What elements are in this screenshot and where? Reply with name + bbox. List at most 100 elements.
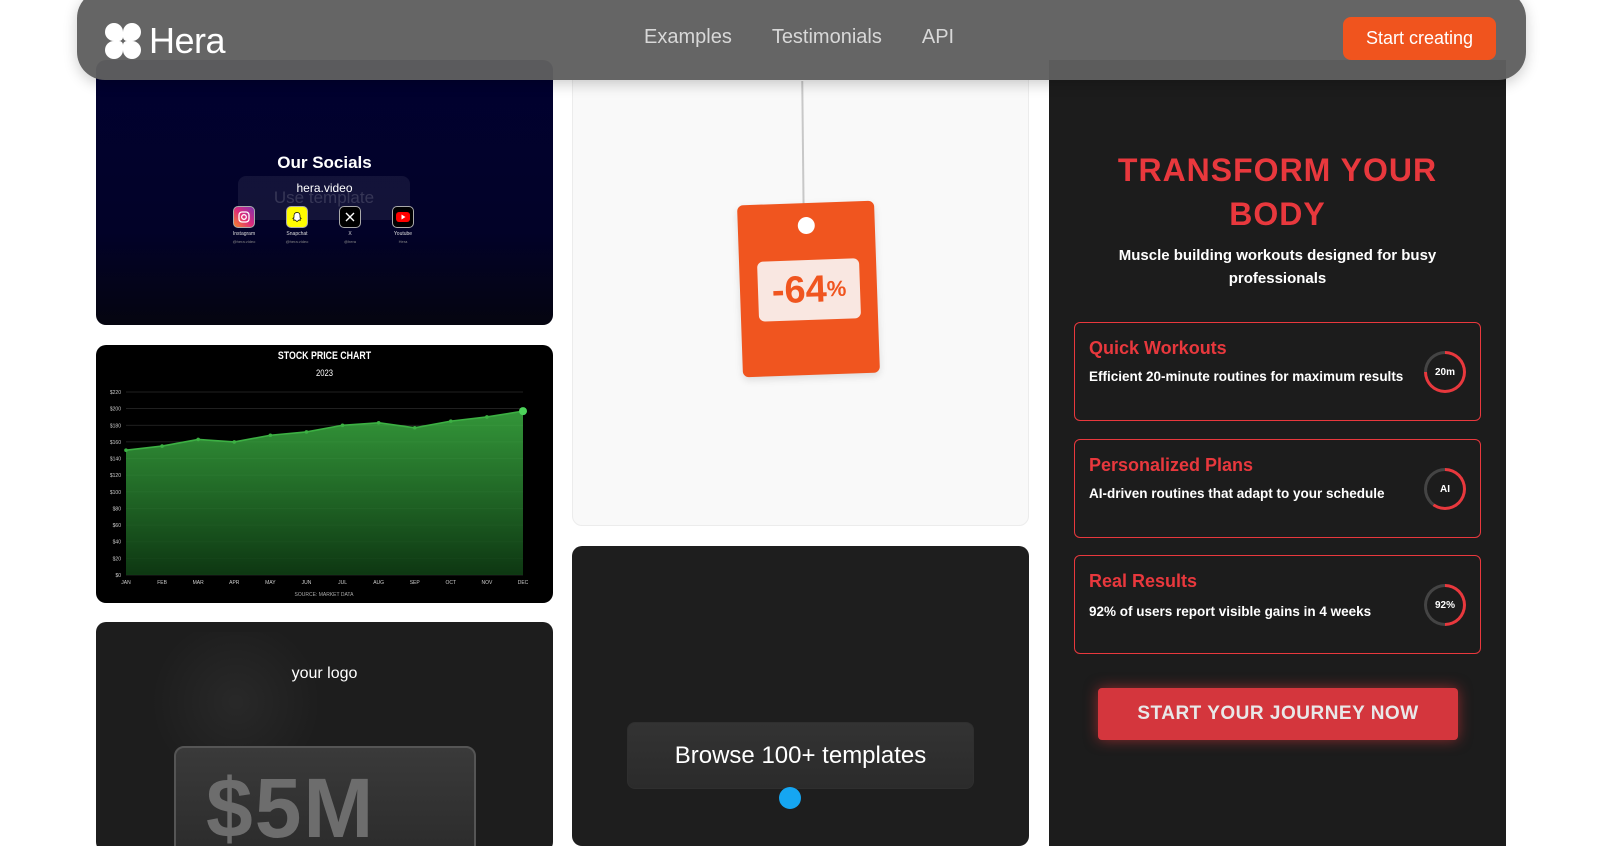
data-point bbox=[412, 425, 417, 430]
progress-ring-label: 92% bbox=[1434, 599, 1455, 611]
social-name: Instagram bbox=[232, 231, 256, 237]
x-tick-label: SEP bbox=[410, 580, 421, 586]
social-icons-row: Instagram @hera.video Snapchat @hera.vid… bbox=[233, 206, 414, 244]
feature-card-real-results: Real Results 92% of users report visible… bbox=[1074, 555, 1481, 654]
start-creating-button[interactable]: Start creating bbox=[1343, 17, 1496, 60]
x-tick-label: NOV bbox=[481, 580, 493, 586]
social-name: X bbox=[348, 231, 352, 237]
y-tick-label: $220 bbox=[110, 390, 121, 396]
template-card-fitness[interactable]: TRANSFORM YOUR BODY Muscle building work… bbox=[1049, 60, 1506, 846]
data-point bbox=[449, 419, 453, 423]
fitness-subtitle: Muscle building workouts designed for bu… bbox=[1118, 247, 1437, 287]
x-tick-label: MAR bbox=[193, 580, 205, 586]
data-point bbox=[485, 415, 489, 419]
social-item: X @hera bbox=[339, 206, 361, 244]
x-tick-label: APR bbox=[229, 580, 240, 586]
template-card-stock-chart[interactable]: $0 $20 $40 $60 $80 $100 $120 $140 $160 $180 $200 $2… bbox=[96, 345, 553, 603]
x-tick-label: MAY bbox=[265, 580, 276, 586]
progress-ring: AI bbox=[1424, 468, 1466, 510]
social-name: Snapchat bbox=[286, 231, 308, 237]
social-handle: @hera.video bbox=[285, 239, 309, 244]
hera-logo-icon bbox=[105, 23, 141, 59]
x-tick-label: JUL bbox=[338, 580, 347, 586]
progress-ring: 92% bbox=[1424, 584, 1466, 626]
template-card-socials[interactable]: Use template Our Socials hera.video Inst… bbox=[96, 60, 553, 325]
price-tag: -64 % bbox=[737, 200, 880, 378]
stock-chart: $0 $20 $40 $60 $80 $100 $120 $140 $160 $180 $200 $2… bbox=[110, 390, 529, 598]
discount-symbol: % bbox=[826, 275, 847, 302]
nav-links: Examples Testimonials API bbox=[644, 26, 954, 49]
nav-link-api[interactable]: API bbox=[922, 26, 954, 49]
social-name: Youtube bbox=[393, 231, 413, 237]
browse-templates-button[interactable]: Browse 100+ templates bbox=[627, 722, 974, 789]
chart-title: STOCK PRICE CHART bbox=[277, 350, 372, 362]
x-tick-label: JUN bbox=[302, 580, 312, 586]
feature-card-quick-workouts: Quick Workouts Efficient 20-minute routi… bbox=[1074, 322, 1481, 421]
fitness-title-line2: BODY bbox=[1229, 196, 1326, 232]
data-point bbox=[340, 423, 345, 428]
social-handle: Hera bbox=[398, 239, 408, 244]
chart-source-label: SOURCE: MARKET DATA bbox=[295, 592, 355, 598]
x-tick-label: AUG bbox=[373, 580, 384, 586]
feature-title: Quick Workouts bbox=[1089, 338, 1227, 358]
discount-number: -64 bbox=[771, 267, 828, 312]
x-tick-label: JAN bbox=[121, 580, 131, 586]
social-handle: @hera.video bbox=[232, 239, 256, 244]
nav-link-testimonials[interactable]: Testimonials bbox=[772, 26, 882, 49]
cursor-dot-indicator bbox=[779, 787, 801, 809]
fitness-title: TRANSFORM YOUR BODY bbox=[1049, 148, 1506, 236]
data-point bbox=[124, 448, 128, 453]
snapchat-icon bbox=[286, 206, 308, 228]
feature-card-personalized-plans: Personalized Plans AI-driven routines th… bbox=[1074, 439, 1481, 538]
start-journey-button[interactable]: START YOUR JOURNEY NOW bbox=[1098, 688, 1458, 740]
data-point bbox=[196, 437, 200, 442]
y-tick-label: $140 bbox=[110, 457, 121, 463]
social-item: Snapchat @hera.video bbox=[286, 206, 308, 244]
feature-desc: Efficient 20-minute routines for maximum… bbox=[1089, 369, 1404, 384]
nav-link-examples[interactable]: Examples bbox=[644, 26, 732, 49]
fitness-title-line1: TRANSFORM YOUR bbox=[1117, 152, 1438, 188]
amount-text: $5M bbox=[206, 761, 376, 846]
template-card-logo[interactable]: your logo $5M bbox=[96, 622, 553, 846]
y-tick-label: $40 bbox=[113, 540, 122, 546]
data-point bbox=[232, 440, 237, 444]
y-tick-label: $60 bbox=[113, 523, 122, 529]
socials-title: Our Socials bbox=[277, 153, 372, 172]
y-tick-label: $180 bbox=[110, 423, 121, 429]
progress-ring: 20m bbox=[1424, 351, 1466, 393]
y-tick-label: $200 bbox=[110, 407, 121, 413]
instagram-icon bbox=[233, 206, 255, 228]
feature-title: Personalized Plans bbox=[1089, 455, 1254, 475]
tag-hole bbox=[797, 216, 816, 235]
brand-logo[interactable]: Hera bbox=[105, 20, 226, 62]
data-point bbox=[376, 420, 381, 425]
discount-label: -64 % bbox=[757, 258, 862, 322]
progress-ring-label: AI bbox=[1440, 483, 1450, 495]
logo-placeholder-text: your logo bbox=[291, 665, 358, 682]
data-point bbox=[304, 430, 309, 434]
x-tick-label: FEB bbox=[157, 580, 167, 586]
feature-title: Real Results bbox=[1089, 571, 1198, 591]
template-card-sale-tag[interactable]: -64 % bbox=[572, 60, 1029, 526]
brand-name: Hera bbox=[149, 20, 226, 61]
y-tick-label: $160 bbox=[110, 440, 121, 446]
youtube-icon bbox=[392, 206, 414, 228]
area-fill bbox=[126, 411, 523, 575]
y-tick-label: $100 bbox=[110, 490, 121, 496]
social-item: Youtube Hera bbox=[392, 206, 414, 244]
y-tick-label: $0 bbox=[115, 573, 121, 579]
data-point bbox=[268, 433, 273, 438]
template-card-browse: Browse 100+ templates bbox=[572, 546, 1029, 846]
data-point bbox=[519, 407, 527, 416]
social-handle: @hera bbox=[343, 239, 357, 244]
y-tick-label: $20 bbox=[113, 556, 122, 562]
data-point bbox=[160, 444, 164, 448]
amount-box: $5M bbox=[174, 746, 476, 846]
y-tick-label: $80 bbox=[113, 506, 122, 512]
chart-subtitle: 2023 bbox=[315, 368, 334, 378]
feature-desc: AI-driven routines that adapt to your sc… bbox=[1089, 486, 1385, 501]
social-item: Instagram @hera.video bbox=[233, 206, 255, 244]
feature-desc: 92% of users report visible gains in 4 w… bbox=[1089, 604, 1372, 619]
x-tick-label: DEC bbox=[518, 580, 529, 586]
x-tick-label: OCT bbox=[446, 580, 457, 586]
